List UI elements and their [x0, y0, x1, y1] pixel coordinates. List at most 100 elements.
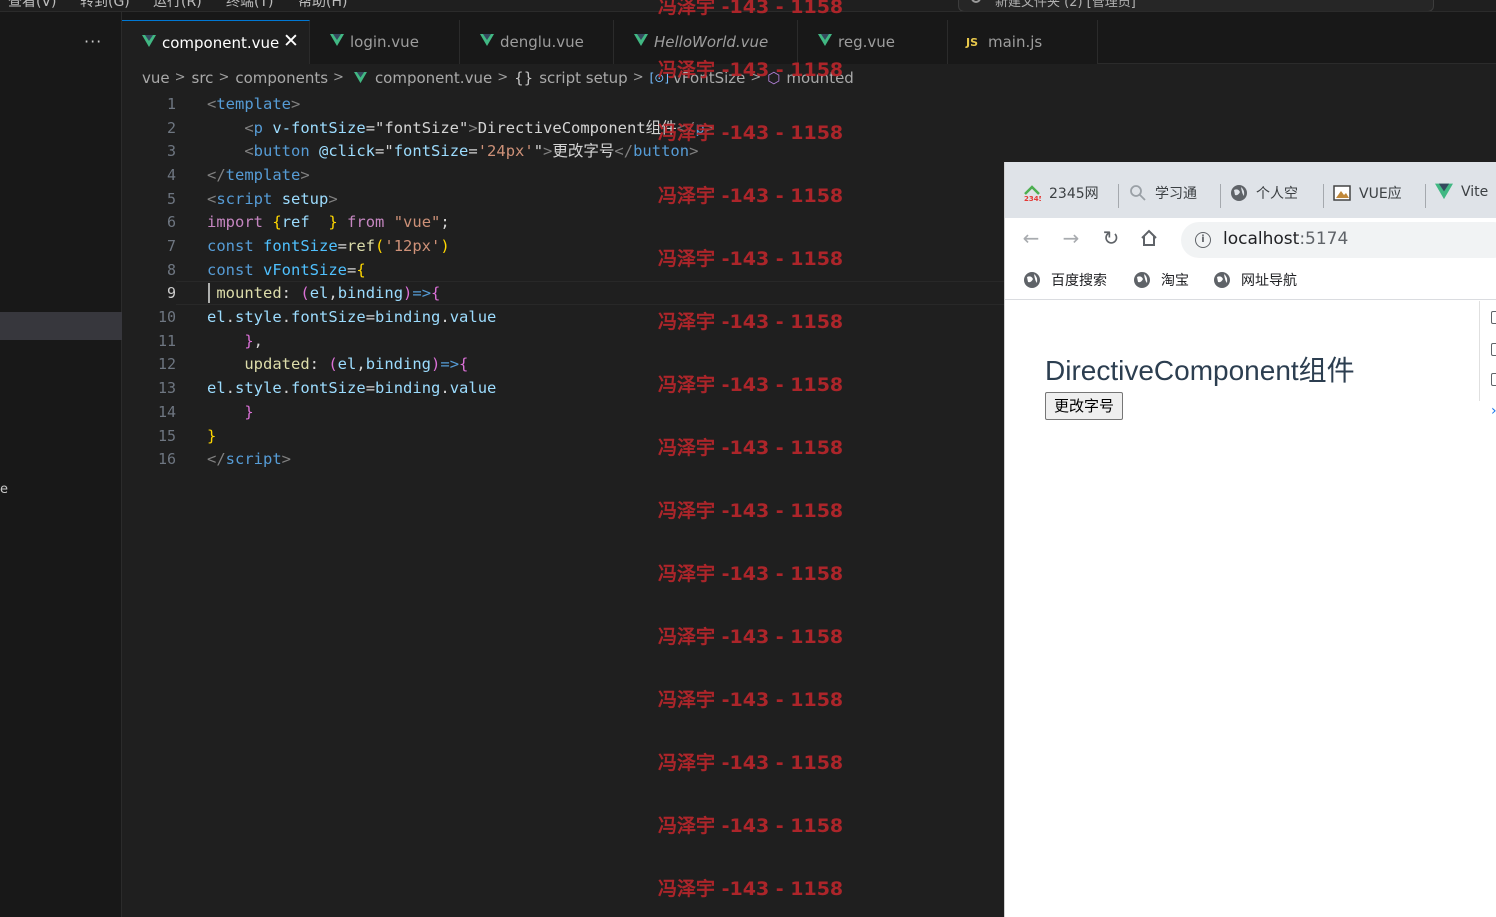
close-icon[interactable]: ✕ — [283, 30, 299, 52]
line-number: 16 — [157, 450, 176, 468]
watermark-text: 冯泽宇 -143 - 1158 — [658, 563, 844, 585]
code-token: style — [235, 308, 282, 326]
watermark-text: 冯泽宇 -143 - 1158 — [658, 815, 844, 837]
code-token: . — [225, 308, 236, 326]
code-line: <template> — [207, 92, 300, 116]
code-token: el — [309, 284, 329, 302]
tab-main-js[interactable]: JS main.js — [948, 20, 1098, 64]
menu-view[interactable]: 查看(V) — [8, 0, 57, 11]
line-number: 1 — [166, 95, 176, 113]
reload-icon[interactable]: ↻ — [1099, 226, 1123, 250]
tab-separator — [1323, 184, 1324, 208]
explorer-sidebar: ··· e — [0, 12, 122, 917]
more-actions-button[interactable]: ··· — [84, 32, 102, 51]
forward-arrow-icon[interactable]: → — [1059, 226, 1083, 250]
code-token: from — [347, 213, 385, 231]
code-token: { — [356, 261, 366, 279]
watermark-text: 冯泽宇 -143 - 1158 — [658, 374, 844, 396]
chevron-right-icon: > — [497, 70, 509, 85]
bookmark-label: 淘宝 — [1161, 273, 1189, 289]
code-token: > — [543, 142, 553, 160]
tab-login-vue[interactable]: login.vue — [310, 20, 460, 64]
vue-icon — [142, 35, 156, 47]
web-page: DirectiveComponent组件 更改字号 › — [1005, 301, 1496, 917]
chevron-right-icon: > — [632, 70, 644, 85]
code-line: el.style.fontSize=binding.value — [207, 376, 496, 400]
tab-label: HelloWorld.vue — [654, 33, 769, 51]
code-line: </template> — [207, 163, 310, 187]
code-token: = — [365, 308, 376, 326]
browser-tab[interactable]: 2345 2345网 — [1023, 183, 1099, 209]
code-token: { — [431, 284, 441, 302]
code-token: ( — [375, 237, 385, 255]
image-favicon-icon — [1333, 185, 1351, 201]
code-token: : — [309, 355, 329, 373]
code-token: . — [225, 379, 236, 397]
code-line: <p v-fontSize="fontSize">DirectiveCompon… — [207, 116, 714, 140]
browser-tab[interactable]: VUE应 — [1333, 183, 1402, 209]
search-text: 新建文件夹 (2) [管理员] — [995, 0, 1136, 10]
breadcrumb-item[interactable]: vue — [142, 69, 170, 87]
tab-separator — [1118, 184, 1119, 208]
browser-tab-label: Vite — [1461, 184, 1489, 200]
menu-help[interactable]: 帮助(H) — [298, 0, 347, 11]
code-token: => — [412, 284, 432, 302]
breadcrumb-item[interactable]: src — [192, 69, 214, 87]
command-center-search[interactable]: 新建文件夹 (2) [管理员] — [958, 0, 1434, 11]
panel-icon[interactable] — [1491, 311, 1496, 324]
breadcrumb-item[interactable]: components — [235, 69, 328, 87]
watermark-text: 冯泽宇 -143 - 1158 — [658, 0, 844, 18]
site-2345-icon: 2345 — [1024, 185, 1041, 202]
breadcrumb-item[interactable]: component.vue — [375, 69, 492, 87]
line-number: 13 — [157, 379, 176, 397]
menu-goto[interactable]: 转到(G) — [80, 0, 130, 11]
browser-tab[interactable]: 学习通 — [1129, 183, 1197, 209]
code-token: . — [281, 308, 292, 326]
code-token: setup — [281, 190, 329, 208]
bookmarks-bar: 百度搜索 淘宝 网址导航 — [1005, 260, 1496, 300]
back-arrow-icon[interactable]: ← — [1019, 226, 1043, 250]
panel-icon[interactable] — [1491, 373, 1496, 386]
tab-label: reg.vue — [838, 33, 895, 51]
code-token: button — [253, 142, 310, 160]
bookmark-item[interactable]: 百度搜索 — [1023, 270, 1107, 290]
code-token: < — [244, 119, 254, 137]
vue-icon — [634, 34, 648, 46]
menu-run[interactable]: 运行(R) — [153, 0, 202, 11]
address-bar[interactable]: i localhost:5174 — [1181, 222, 1496, 258]
code-token: "vue" — [393, 213, 441, 231]
code-token: ) — [431, 355, 441, 373]
info-icon[interactable]: i — [1195, 232, 1211, 248]
code-token: value — [449, 379, 497, 397]
browser-tab[interactable]: 个人空 — [1230, 183, 1298, 209]
code-token: fontSize — [291, 308, 366, 326]
tab-denglu-vue[interactable]: denglu.vue — [460, 20, 614, 64]
line-number: 9 — [166, 284, 176, 302]
home-icon[interactable] — [1139, 228, 1159, 248]
change-font-size-button[interactable]: 更改字号 — [1045, 392, 1124, 420]
breadcrumb-item[interactable]: script setup — [539, 69, 628, 87]
bookmark-item[interactable]: 网址导航 — [1213, 270, 1297, 290]
browser-tab[interactable]: Vite — [1435, 183, 1488, 209]
tab-component-vue[interactable]: component.vue ✕ — [122, 20, 310, 64]
code-editor[interactable]: 1 2 3 4 5 6 7 8 9 10 11 12 13 14 15 16 <… — [122, 92, 1126, 917]
code-line: <script setup> — [207, 187, 338, 211]
directive-paragraph: DirectiveComponent组件 — [1045, 355, 1355, 386]
tab-label: component.vue — [162, 34, 280, 52]
menu-terminal[interactable]: 终端(T) — [226, 0, 273, 11]
explorer-selected-item[interactable] — [0, 312, 122, 340]
line-number: 2 — [166, 119, 176, 137]
code-token: </ — [614, 142, 634, 160]
bookmark-item[interactable]: 淘宝 — [1133, 270, 1189, 290]
panel-icon[interactable] — [1491, 343, 1496, 356]
chevron-right-icon[interactable]: › — [1491, 403, 1496, 419]
watermark-text: 冯泽宇 -143 - 1158 — [658, 311, 844, 333]
code-token: } — [244, 403, 254, 421]
code-token: fontSize — [263, 237, 338, 255]
